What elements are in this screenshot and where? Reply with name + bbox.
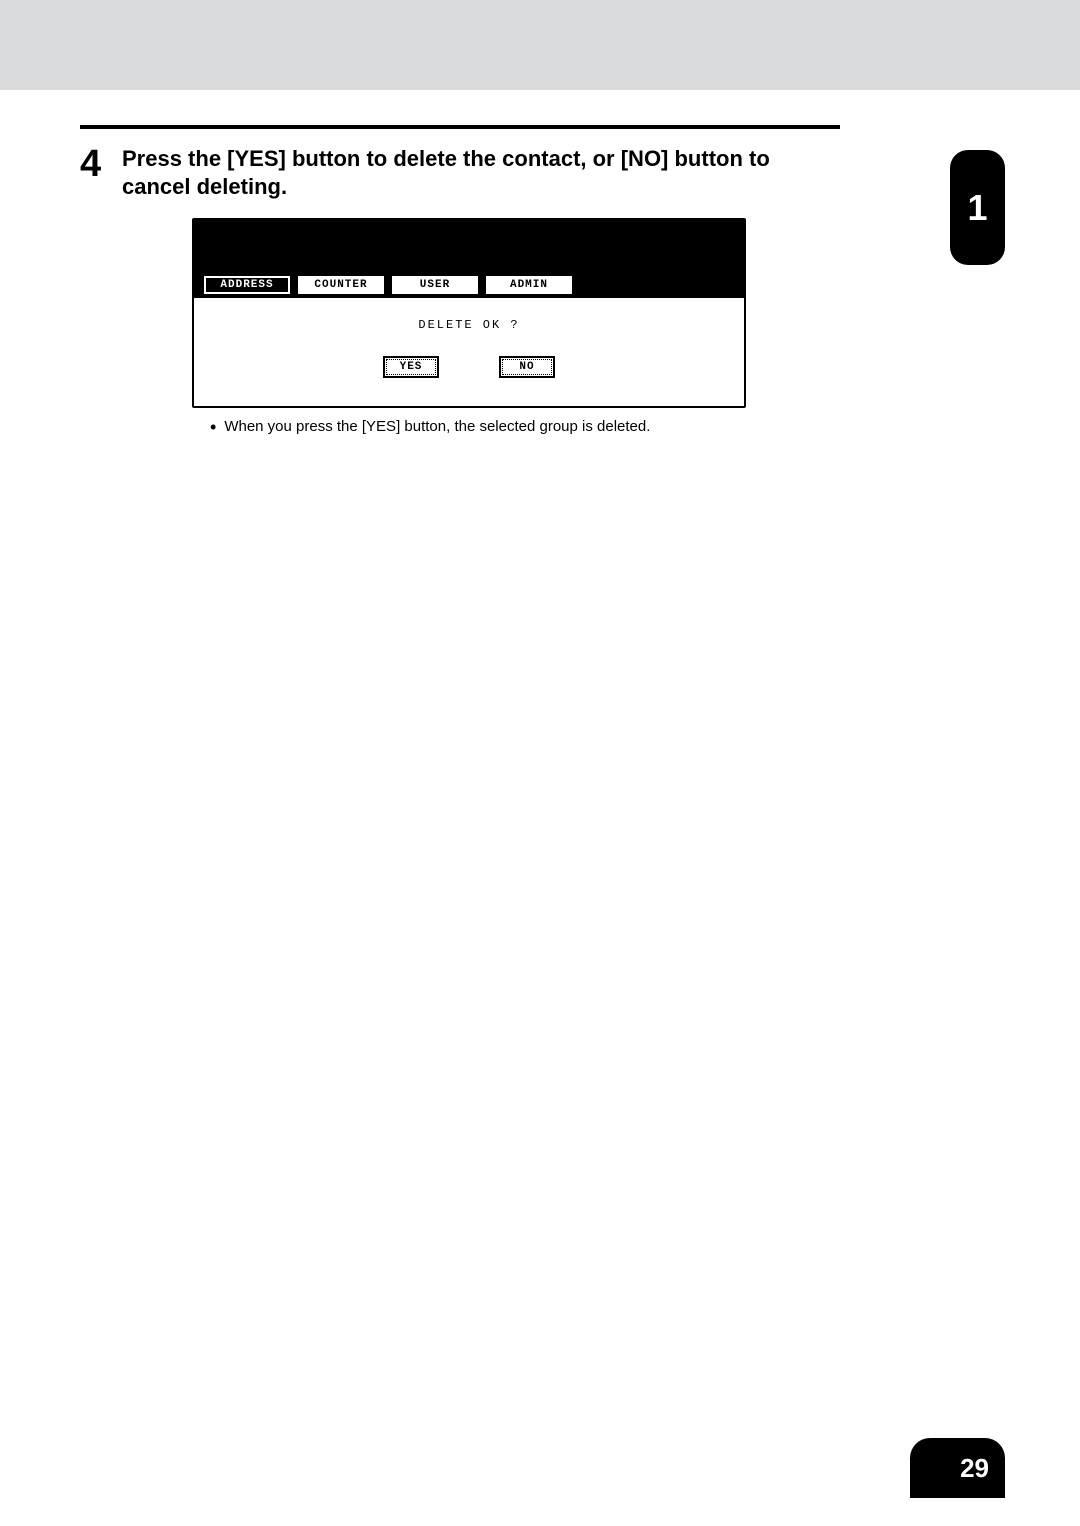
lcd-tab-counter[interactable]: COUNTER bbox=[298, 276, 384, 294]
lcd-prompt: DELETE OK ? bbox=[194, 318, 744, 332]
lcd-tab-user[interactable]: USER bbox=[392, 276, 478, 294]
step-row: 4 Press the [YES] button to delete the c… bbox=[80, 145, 840, 200]
no-button[interactable]: NO bbox=[499, 356, 555, 378]
yes-button[interactable]: YES bbox=[383, 356, 439, 378]
lcd-tab-row: ADDRESS COUNTER USER ADMIN bbox=[194, 272, 744, 298]
step-instruction: Press the [YES] button to delete the con… bbox=[122, 145, 840, 200]
lcd-tab-address[interactable]: ADDRESS bbox=[204, 276, 290, 294]
header-bar bbox=[0, 0, 1080, 90]
step-number: 4 bbox=[80, 145, 110, 183]
page-content: 4 Press the [YES] button to delete the c… bbox=[0, 90, 1080, 436]
bullet-icon: • bbox=[210, 418, 216, 436]
lcd-body: DELETE OK ? YES NO bbox=[194, 298, 744, 406]
lcd-panel: ADDRESS COUNTER USER ADMIN DELETE OK ? Y… bbox=[192, 218, 746, 408]
bullet-note: • When you press the [YES] button, the s… bbox=[210, 418, 1000, 436]
lcd-tab-admin[interactable]: ADMIN bbox=[486, 276, 572, 294]
bullet-text: When you press the [YES] button, the sel… bbox=[224, 418, 650, 435]
lcd-buttons: YES NO bbox=[194, 356, 744, 378]
section-rule bbox=[80, 125, 840, 129]
page-number-tab: 29 bbox=[910, 1438, 1005, 1498]
lcd-header-strip bbox=[194, 220, 744, 272]
